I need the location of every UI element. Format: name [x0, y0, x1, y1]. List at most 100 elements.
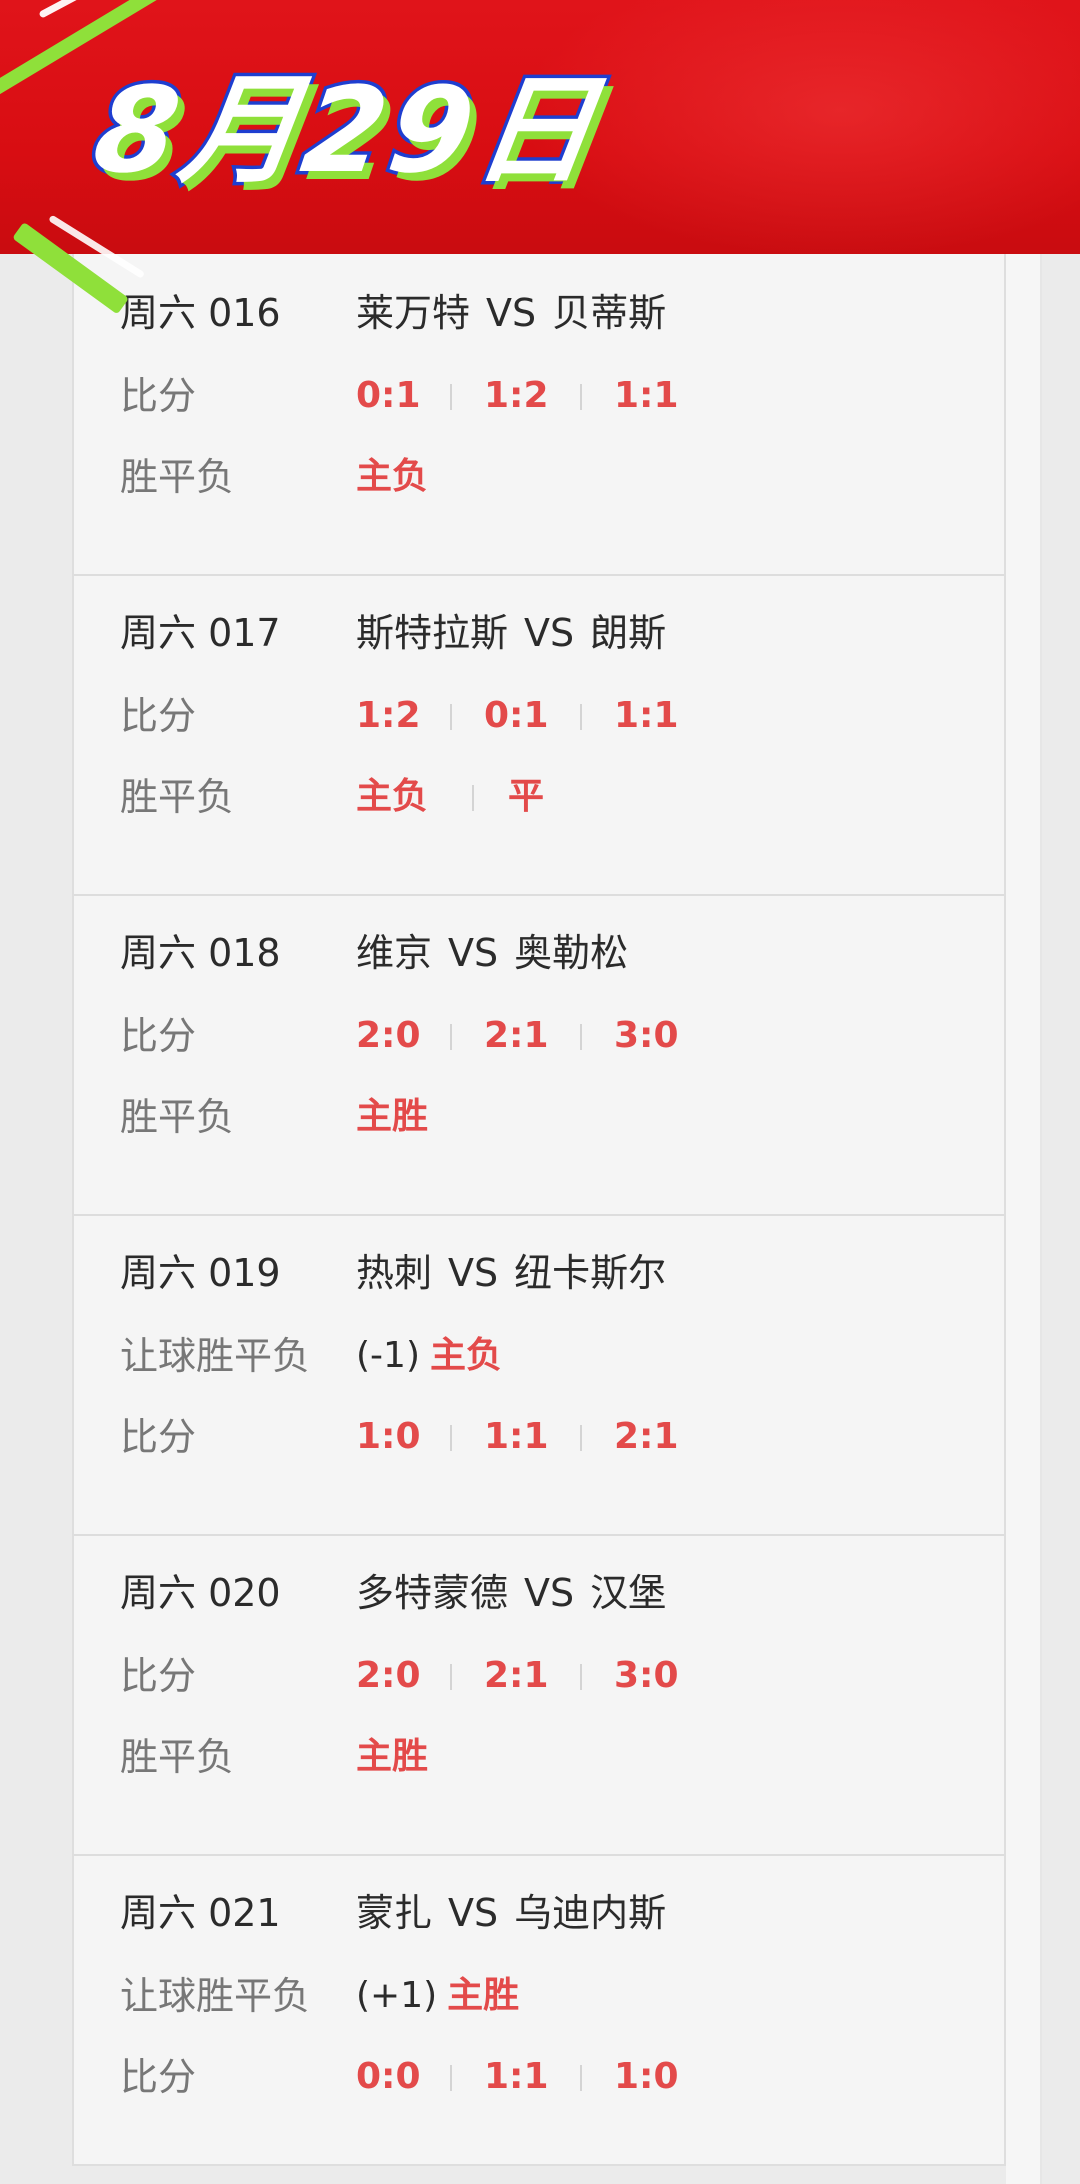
divider	[450, 704, 452, 730]
score-pick: 1:1	[614, 695, 679, 736]
divider	[450, 2065, 452, 2091]
match-header: 周六 020 多特蒙德 VS 汉堡	[74, 1563, 1004, 1623]
match-card[interactable]: 周六 021 蒙扎 VS 乌迪内斯 让球胜平负 (+1) 主胜 比分 0:0 1:1 …	[74, 1854, 1004, 2174]
handicap-pick: (+1) 主胜	[356, 1966, 519, 2026]
match-teams: 蒙扎 VS 乌迪内斯	[356, 1883, 666, 1943]
divider	[450, 1425, 452, 1451]
match-teams: 多特蒙德 VS 汉堡	[356, 1563, 666, 1623]
divider	[450, 384, 452, 410]
score-pick: 2:1	[484, 1655, 549, 1696]
score-pick: 1:0	[614, 2056, 679, 2097]
vs-label: VS	[448, 931, 499, 975]
handicap-result: 主负	[429, 1335, 502, 1376]
away-team: 汉堡	[590, 1571, 667, 1615]
handicap-row: 让球胜平负 (+1) 主胜	[74, 1966, 1004, 2026]
result-pick: 主胜	[356, 1736, 429, 1777]
score-pick: 3:0	[614, 1655, 679, 1696]
result-pick: 主负	[356, 456, 429, 497]
score-pick: 2:0	[356, 1015, 421, 1056]
score-pick: 1:1	[484, 1416, 549, 1457]
match-header: 周六 021 蒙扎 VS 乌迪内斯	[74, 1883, 1004, 1943]
score-pick: 1:2	[484, 375, 549, 416]
score-pick: 2:1	[614, 1416, 679, 1457]
row-label: 让球胜平负	[120, 1334, 311, 1378]
away-team: 奥勒松	[514, 931, 629, 975]
score-row: 比分 1:2 0:1 1:1	[74, 686, 1004, 746]
score-pick: 0:1	[484, 695, 549, 736]
match-id: 周六 017	[120, 611, 281, 655]
match-id: 周六 021	[120, 1891, 281, 1935]
match-teams: 维京 VS 奥勒松	[356, 923, 628, 983]
home-team: 莱万特	[356, 291, 471, 335]
row-label: 让球胜平负	[120, 1974, 311, 2018]
row-label: 胜平负	[120, 775, 235, 819]
handicap-value: (-1)	[356, 1335, 420, 1376]
vs-label: VS	[448, 1891, 499, 1935]
divider	[580, 2065, 582, 2091]
match-card[interactable]: 周六 019 热刺 VS 纽卡斯尔 让球胜平负 (-1) 主负 比分 1:0 1:1 …	[74, 1214, 1004, 1536]
result-row: 胜平负 主负	[74, 447, 1004, 507]
result-pick: 平	[508, 776, 545, 817]
handicap-value: (+1)	[356, 1975, 438, 2016]
match-card[interactable]: 周六 016 莱万特 VS 贝蒂斯 比分 0:1 1:2 1:1 胜平负 主负	[74, 254, 1004, 576]
match-id: 周六 018	[120, 931, 281, 975]
away-team: 乌迪内斯	[514, 1891, 667, 1935]
away-team: 贝蒂斯	[552, 291, 667, 335]
match-card[interactable]: 周六 018 维京 VS 奥勒松 比分 2:0 2:1 3:0 胜平负 主胜	[74, 894, 1004, 1216]
score-pick: 3:0	[614, 1015, 679, 1056]
score-pick: 0:0	[356, 2056, 421, 2097]
vs-label: VS	[448, 1251, 499, 1295]
score-pick: 1:2	[356, 695, 421, 736]
header-banner: 8月29日	[0, 0, 1080, 254]
score-row: 比分 2:0 2:1 3:0	[74, 1006, 1004, 1066]
divider	[580, 384, 582, 410]
divider	[580, 1425, 582, 1451]
match-teams: 热刺 VS 纽卡斯尔	[356, 1243, 666, 1303]
score-pick: 1:1	[484, 2056, 549, 2097]
result-row: 胜平负 主胜	[74, 1727, 1004, 1787]
score-row: 比分 0:1 1:2 1:1	[74, 366, 1004, 426]
home-team: 多特蒙德	[356, 1571, 509, 1615]
score-pick: 1:1	[614, 375, 679, 416]
vs-label: VS	[524, 1571, 575, 1615]
handicap-pick: (-1) 主负	[356, 1326, 502, 1386]
divider	[450, 1664, 452, 1690]
away-team: 纽卡斯尔	[514, 1251, 667, 1295]
score-pick: 2:1	[484, 1015, 549, 1056]
row-label: 比分	[120, 2055, 197, 2099]
row-label: 胜平负	[120, 455, 235, 499]
match-id: 周六 016	[120, 291, 281, 335]
result-row: 胜平负 主负 平	[74, 767, 1004, 827]
match-header: 周六 019 热刺 VS 纽卡斯尔	[74, 1243, 1004, 1303]
score-pick: 1:0	[356, 1416, 421, 1457]
match-teams: 莱万特 VS 贝蒂斯	[356, 283, 666, 343]
row-label: 胜平负	[120, 1735, 235, 1779]
vs-label: VS	[486, 291, 537, 335]
row-label: 比分	[120, 1654, 197, 1698]
divider	[580, 1664, 582, 1690]
match-card[interactable]: 周六 020 多特蒙德 VS 汉堡 比分 2:0 2:1 3:0 胜平负 主胜	[74, 1534, 1004, 1856]
row-label: 比分	[120, 694, 197, 738]
home-team: 蒙扎	[356, 1891, 433, 1935]
score-row: 比分 0:0 1:1 1:0	[74, 2047, 1004, 2107]
divider	[580, 1024, 582, 1050]
row-label: 胜平负	[120, 1095, 235, 1139]
score-row: 比分 1:0 1:1 2:1	[74, 1407, 1004, 1467]
match-list: 周六 016 莱万特 VS 贝蒂斯 比分 0:1 1:2 1:1 胜平负 主负 周六…	[72, 254, 1006, 2166]
handicap-row: 让球胜平负 (-1) 主负	[74, 1326, 1004, 1386]
divider	[580, 704, 582, 730]
match-id: 周六 020	[120, 1571, 281, 1615]
row-label: 比分	[120, 1415, 197, 1459]
match-card[interactable]: 周六 017 斯特拉斯 VS 朗斯 比分 1:2 0:1 1:1 胜平负 主负 平	[74, 574, 1004, 896]
handicap-result: 主胜	[447, 1975, 520, 2016]
banner-sheen	[520, 0, 1080, 254]
score-pick: 2:0	[356, 1655, 421, 1696]
score-pick: 0:1	[356, 375, 421, 416]
away-team: 朗斯	[590, 611, 667, 655]
match-teams: 斯特拉斯 VS 朗斯	[356, 603, 666, 663]
home-team: 维京	[356, 931, 433, 975]
date-title: 8月29日	[83, 58, 612, 203]
home-team: 斯特拉斯	[356, 611, 509, 655]
score-row: 比分 2:0 2:1 3:0	[74, 1646, 1004, 1706]
match-header: 周六 016 莱万特 VS 贝蒂斯	[74, 283, 1004, 343]
